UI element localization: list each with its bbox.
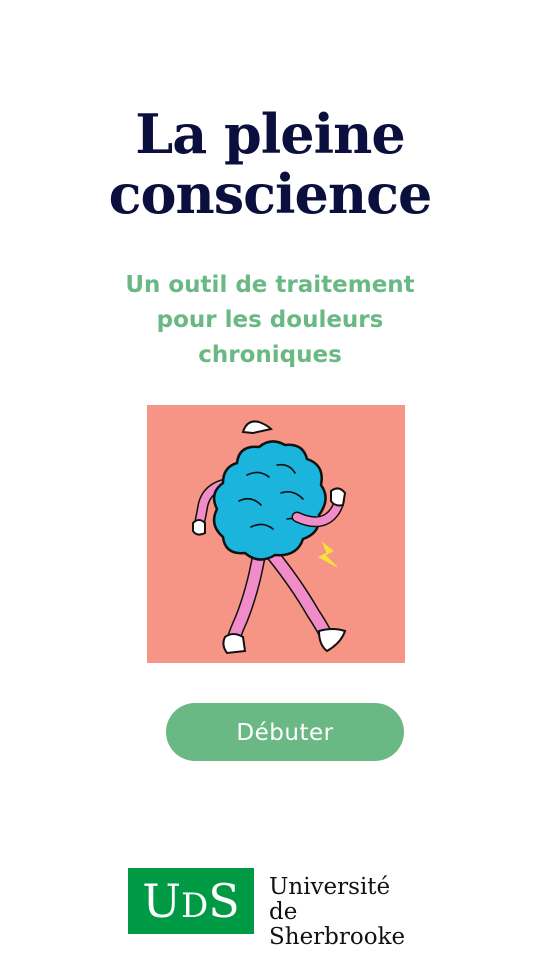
title-line-2: conscience xyxy=(108,162,433,226)
logo-name-line-1: Université de xyxy=(269,874,391,925)
walking-brain-icon xyxy=(192,420,347,655)
page-title: La pleine conscience xyxy=(0,104,540,224)
start-button[interactable]: Débuter xyxy=(166,703,404,761)
universite-de-sherbrooke-logo: UDS Université de Sherbrooke xyxy=(128,868,418,950)
logo-name-line-2: Sherbrooke xyxy=(269,924,406,950)
subtitle: Un outil de traitement pour les douleurs… xyxy=(0,268,540,373)
subtitle-line-2: pour les douleurs xyxy=(156,307,384,333)
title-line-1: La pleine xyxy=(135,102,406,166)
subtitle-line-3: chroniques xyxy=(198,342,342,368)
subtitle-line-1: Un outil de traitement xyxy=(125,272,415,298)
logo-wordmark: Université de Sherbrooke xyxy=(269,875,418,950)
uds-logo-mark: UDS xyxy=(128,868,254,934)
walking-brain-illustration xyxy=(147,405,405,663)
